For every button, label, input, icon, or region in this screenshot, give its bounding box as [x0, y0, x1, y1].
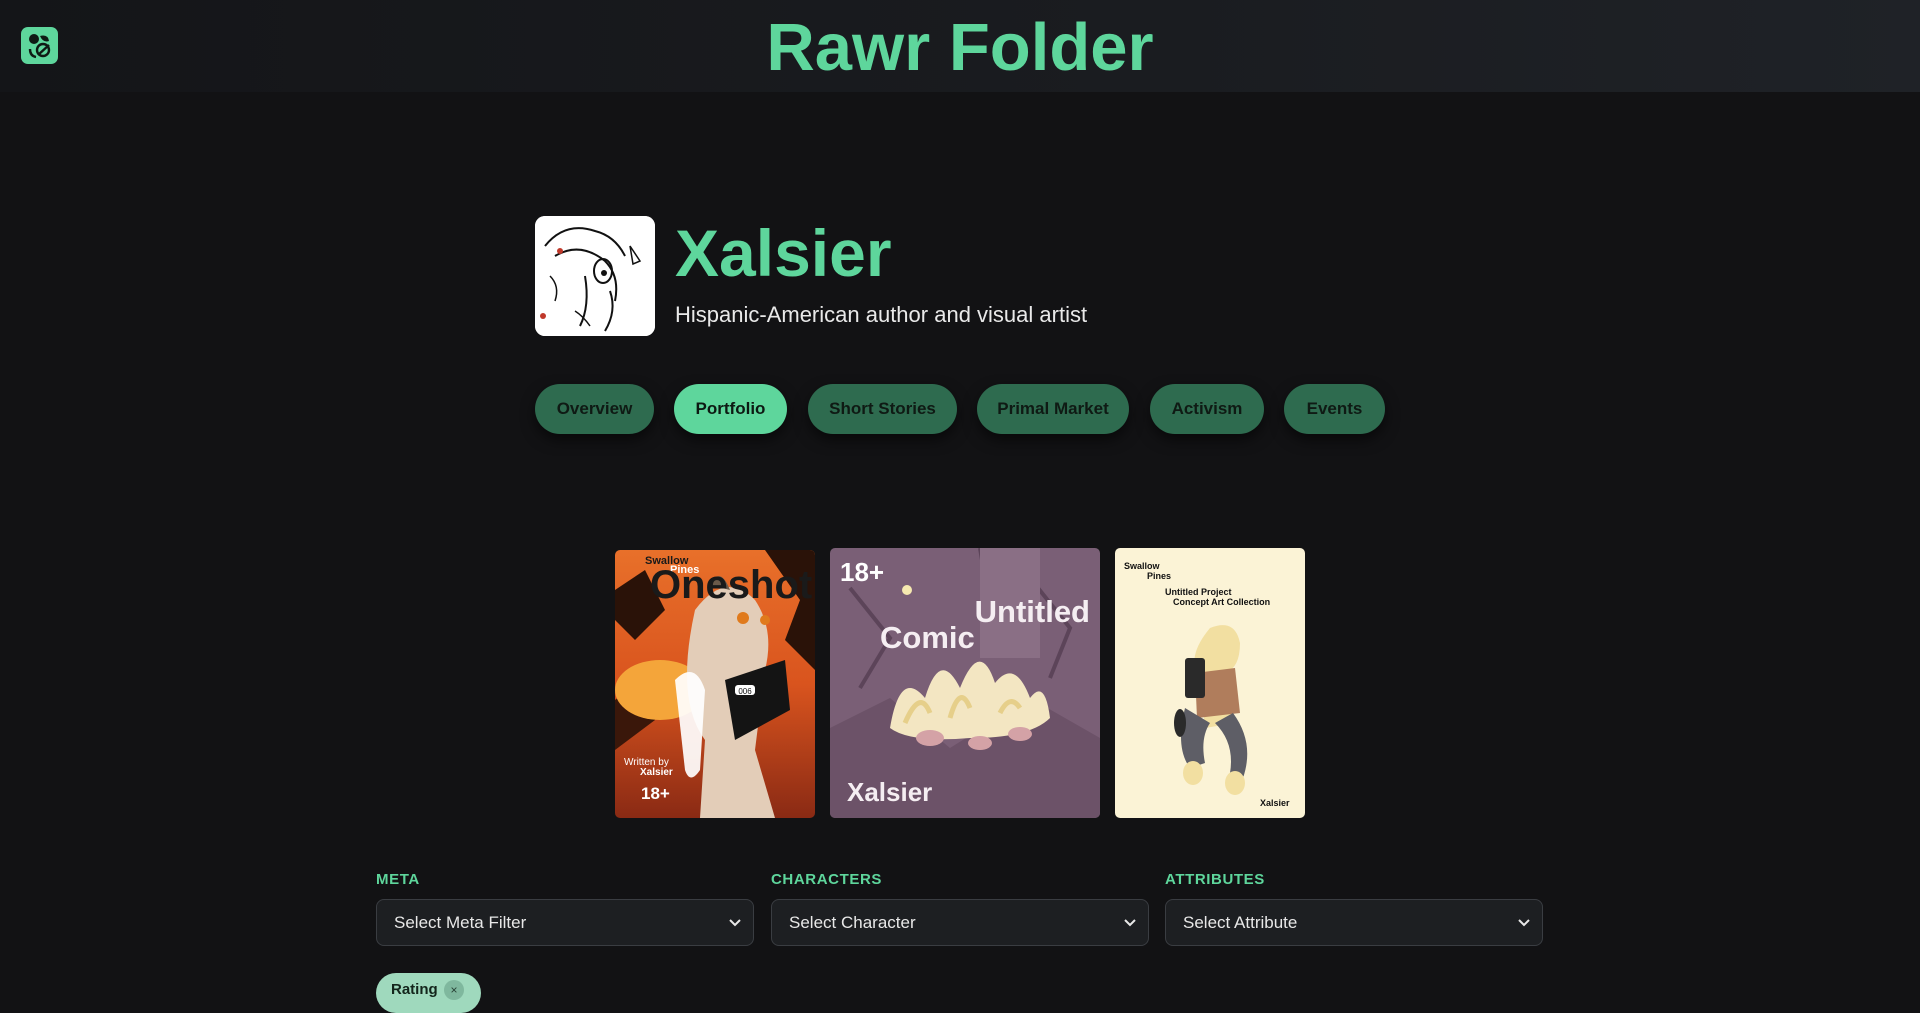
tab-primal-market[interactable]: Primal Market — [977, 384, 1129, 434]
card3-title-1: Untitled Project — [1165, 587, 1232, 597]
chevron-down-icon — [1124, 919, 1136, 927]
site-title[interactable]: Rawr Folder — [0, 8, 1920, 88]
portfolio-card-concept-art[interactable]: Swallow Pines Untitled Project Concept A… — [1115, 548, 1305, 818]
card3-author: Xalsier — [1260, 798, 1290, 808]
card1-badge: 006 — [738, 687, 752, 696]
portfolio-card-oneshot[interactable]: 006 Swallow Pines Oneshot Written by Xal… — [615, 550, 815, 818]
card1-rating: 18+ — [641, 784, 670, 803]
meta-filter-value: Select Meta Filter — [394, 913, 527, 932]
attributes-filter-label: ATTRIBUTES — [1165, 871, 1265, 888]
card1-title: Oneshot — [650, 563, 812, 607]
card3-title-2: Concept Art Collection — [1173, 597, 1270, 607]
chip-label: Rating — [391, 981, 438, 998]
avatar — [535, 216, 655, 336]
tab-events[interactable]: Events — [1284, 384, 1385, 434]
tab-portfolio[interactable]: Portfolio — [674, 384, 787, 434]
card3-series-1: Swallow — [1124, 561, 1161, 571]
card1-author: Xalsier — [640, 767, 673, 778]
character-filter-value: Select Character — [789, 913, 916, 932]
character-filter-select[interactable]: Select Character — [771, 899, 1149, 946]
meta-filter-label: META — [376, 871, 420, 888]
tab-short-stories[interactable]: Short Stories — [808, 384, 957, 434]
tab-overview[interactable]: Overview — [535, 384, 654, 434]
attribute-filter-select[interactable]: Select Attribute — [1165, 899, 1543, 946]
chevron-down-icon — [1518, 919, 1530, 927]
card2-title-1: Untitled — [975, 594, 1090, 629]
close-icon[interactable]: × — [444, 980, 464, 1000]
chevron-down-icon — [729, 919, 741, 927]
characters-filter-label: CHARACTERS — [771, 871, 882, 888]
profile-bio: Hispanic-American author and visual arti… — [675, 302, 1088, 327]
attribute-filter-value: Select Attribute — [1183, 913, 1298, 932]
card2-title-2: Comic — [880, 620, 975, 655]
portfolio-card-untitled-comic[interactable]: 18+ Untitled Comic Xalsier — [830, 548, 1100, 818]
card2-rating: 18+ — [840, 557, 884, 587]
rating-filter-chip: Rating × — [376, 973, 481, 1013]
profile-name: Xalsier — [675, 216, 892, 290]
card3-series-2: Pines — [1147, 571, 1171, 581]
tab-activism[interactable]: Activism — [1150, 384, 1264, 434]
meta-filter-select[interactable]: Select Meta Filter — [376, 899, 754, 946]
card2-author: Xalsier — [847, 777, 932, 807]
